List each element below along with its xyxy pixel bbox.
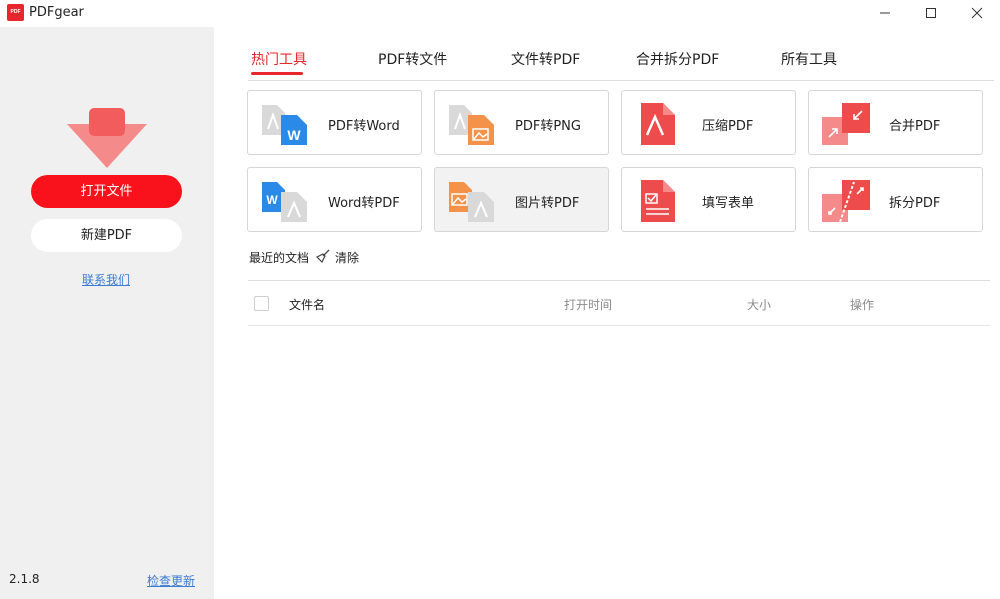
main-panel: 热门工具 PDF转文件 文件转PDF 合并拆分PDF 所有工具 W PDF转Wo…	[214, 27, 1000, 599]
pdf-to-word-icon: W	[262, 105, 307, 145]
new-pdf-button[interactable]: 新建PDF	[31, 219, 182, 252]
column-action: 操作	[850, 298, 875, 312]
split-pdf-icon	[822, 180, 870, 222]
tool-image-to-pdf[interactable]: 图片转PDF	[434, 167, 609, 232]
open-file-button[interactable]: 打开文件	[31, 175, 182, 208]
column-open-time[interactable]: 打开时间	[564, 296, 612, 313]
tool-compress-pdf[interactable]: 压缩PDF	[621, 90, 796, 155]
maximize-icon	[926, 8, 936, 18]
sidebar: 打开文件 新建PDF 联系我们 2.1.8 检查更新	[0, 27, 214, 599]
tab-hot-tools[interactable]: 热门工具	[251, 49, 307, 69]
version-label: 2.1.8	[9, 572, 40, 586]
contact-us-link[interactable]: 联系我们	[0, 271, 212, 288]
tool-label: 合并PDF	[889, 119, 941, 134]
app-logo-icon: PDF	[7, 4, 24, 21]
recent-table-header: 文件名 打开时间 大小 操作	[248, 280, 990, 326]
fill-form-icon	[641, 180, 675, 222]
tab-file-to-pdf[interactable]: 文件转PDF	[511, 49, 580, 69]
compress-pdf-icon	[641, 103, 675, 145]
tool-label: PDF转PNG	[515, 119, 581, 134]
tool-word-to-pdf[interactable]: W Word转PDF	[247, 167, 422, 232]
tool-label: 图片转PDF	[515, 196, 580, 211]
broom-icon[interactable]	[316, 249, 330, 263]
download-arrow-icon	[67, 108, 147, 168]
tool-pdf-to-word[interactable]: W PDF转Word	[247, 90, 422, 155]
tool-split-pdf[interactable]: 拆分PDF	[808, 167, 983, 232]
tab-pdf-to-file[interactable]: PDF转文件	[378, 49, 447, 69]
svg-text:W: W	[287, 127, 301, 143]
tool-label: 填写表单	[702, 196, 755, 211]
active-tab-indicator	[251, 72, 303, 75]
app-title: PDFgear	[29, 5, 84, 20]
tool-fill-form[interactable]: 填写表单	[621, 167, 796, 232]
tool-label: PDF转Word	[328, 119, 400, 134]
tool-tabs: 热门工具 PDF转文件 文件转PDF 合并拆分PDF 所有工具	[248, 27, 994, 81]
minimize-icon	[880, 12, 890, 14]
tool-label: 压缩PDF	[702, 119, 754, 134]
tool-pdf-to-png[interactable]: PDF转PNG	[434, 90, 609, 155]
column-size[interactable]: 大小	[747, 296, 771, 313]
close-icon	[971, 7, 983, 19]
pdf-to-png-icon	[449, 105, 494, 145]
check-update-link[interactable]: 检查更新	[147, 572, 195, 589]
tab-merge-split[interactable]: 合并拆分PDF	[636, 49, 719, 69]
maximize-button[interactable]	[908, 0, 954, 27]
image-to-pdf-icon	[449, 182, 494, 222]
word-to-pdf-icon: W	[262, 182, 307, 222]
tool-merge-pdf[interactable]: 合并PDF	[808, 90, 983, 155]
tab-all-tools[interactable]: 所有工具	[781, 49, 837, 69]
select-all-checkbox[interactable]	[254, 296, 269, 311]
minimize-button[interactable]	[862, 0, 908, 27]
close-button[interactable]	[954, 0, 1000, 27]
title-bar: PDF PDFgear	[0, 0, 1000, 27]
tool-label: 拆分PDF	[889, 196, 941, 211]
svg-text:W: W	[266, 193, 278, 207]
merge-pdf-icon	[822, 103, 870, 145]
tool-label: Word转PDF	[328, 196, 400, 211]
clear-recent-button[interactable]: 清除	[335, 249, 359, 266]
column-file-name[interactable]: 文件名	[289, 296, 325, 313]
recent-documents-title: 最近的文档	[249, 251, 310, 265]
